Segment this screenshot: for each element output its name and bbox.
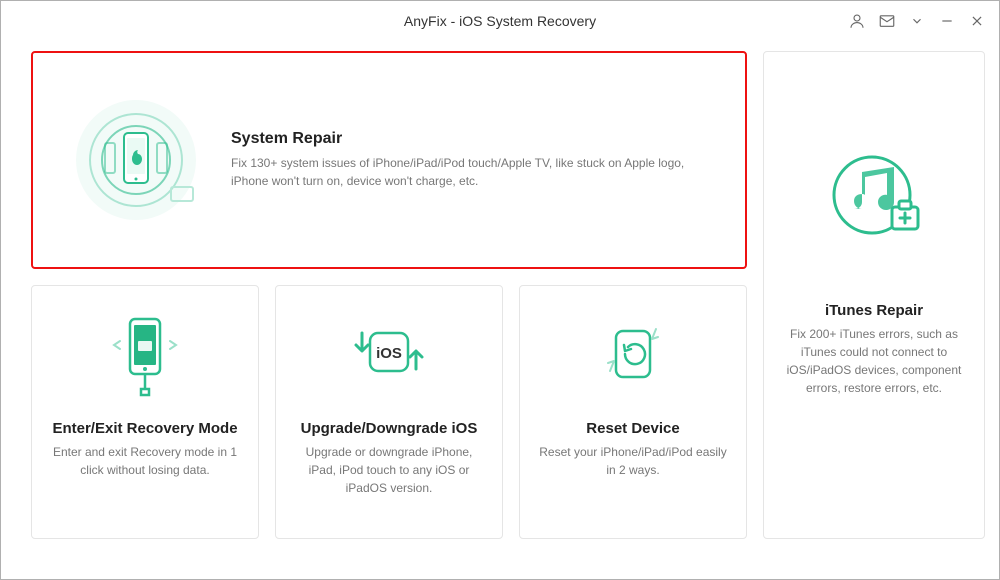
card-itunes-repair[interactable]: iTunes Repair Fix 200+ iTunes errors, su… bbox=[763, 51, 985, 539]
card-system-repair[interactable]: System Repair Fix 130+ system issues of … bbox=[31, 51, 747, 269]
titlebar: AnyFix - iOS System Recovery bbox=[1, 1, 999, 41]
svg-text:iOS: iOS bbox=[376, 345, 402, 362]
recovery-mode-title: Enter/Exit Recovery Mode bbox=[48, 420, 242, 437]
reset-device-icon bbox=[583, 306, 683, 406]
upgrade-downgrade-desc: Upgrade or downgrade iPhone, iPad, iPod … bbox=[292, 443, 486, 497]
system-repair-title: System Repair bbox=[231, 130, 717, 148]
recovery-mode-desc: Enter and exit Recovery mode in 1 click … bbox=[48, 443, 242, 479]
card-upgrade-downgrade[interactable]: iOS Upgrade/Downgrade iOS Upgrade or dow… bbox=[275, 285, 503, 539]
card-recovery-mode[interactable]: Enter/Exit Recovery Mode Enter and exit … bbox=[31, 285, 259, 539]
close-icon[interactable] bbox=[967, 11, 987, 31]
upgrade-downgrade-title: Upgrade/Downgrade iOS bbox=[292, 420, 486, 437]
chevron-down-icon[interactable] bbox=[907, 11, 927, 31]
system-repair-desc: Fix 130+ system issues of iPhone/iPad/iP… bbox=[231, 154, 717, 190]
recovery-mode-icon bbox=[95, 306, 195, 406]
main-content: System Repair Fix 130+ system issues of … bbox=[1, 41, 999, 569]
card-reset-device[interactable]: Reset Device Reset your iPhone/iPad/iPod… bbox=[519, 285, 747, 539]
window-controls bbox=[847, 1, 987, 41]
window-title: AnyFix - iOS System Recovery bbox=[404, 13, 596, 29]
itunes-repair-desc: Fix 200+ iTunes errors, such as iTunes c… bbox=[780, 325, 968, 397]
reset-device-title: Reset Device bbox=[536, 420, 730, 437]
reset-device-desc: Reset your iPhone/iPad/iPod easily in 2 … bbox=[536, 443, 730, 479]
itunes-repair-title: iTunes Repair bbox=[780, 302, 968, 319]
system-repair-icon bbox=[61, 85, 211, 235]
mail-icon[interactable] bbox=[877, 11, 897, 31]
minimize-icon[interactable] bbox=[937, 11, 957, 31]
upgrade-downgrade-icon: iOS bbox=[339, 306, 439, 406]
itunes-repair-icon bbox=[809, 132, 939, 262]
account-icon[interactable] bbox=[847, 11, 867, 31]
